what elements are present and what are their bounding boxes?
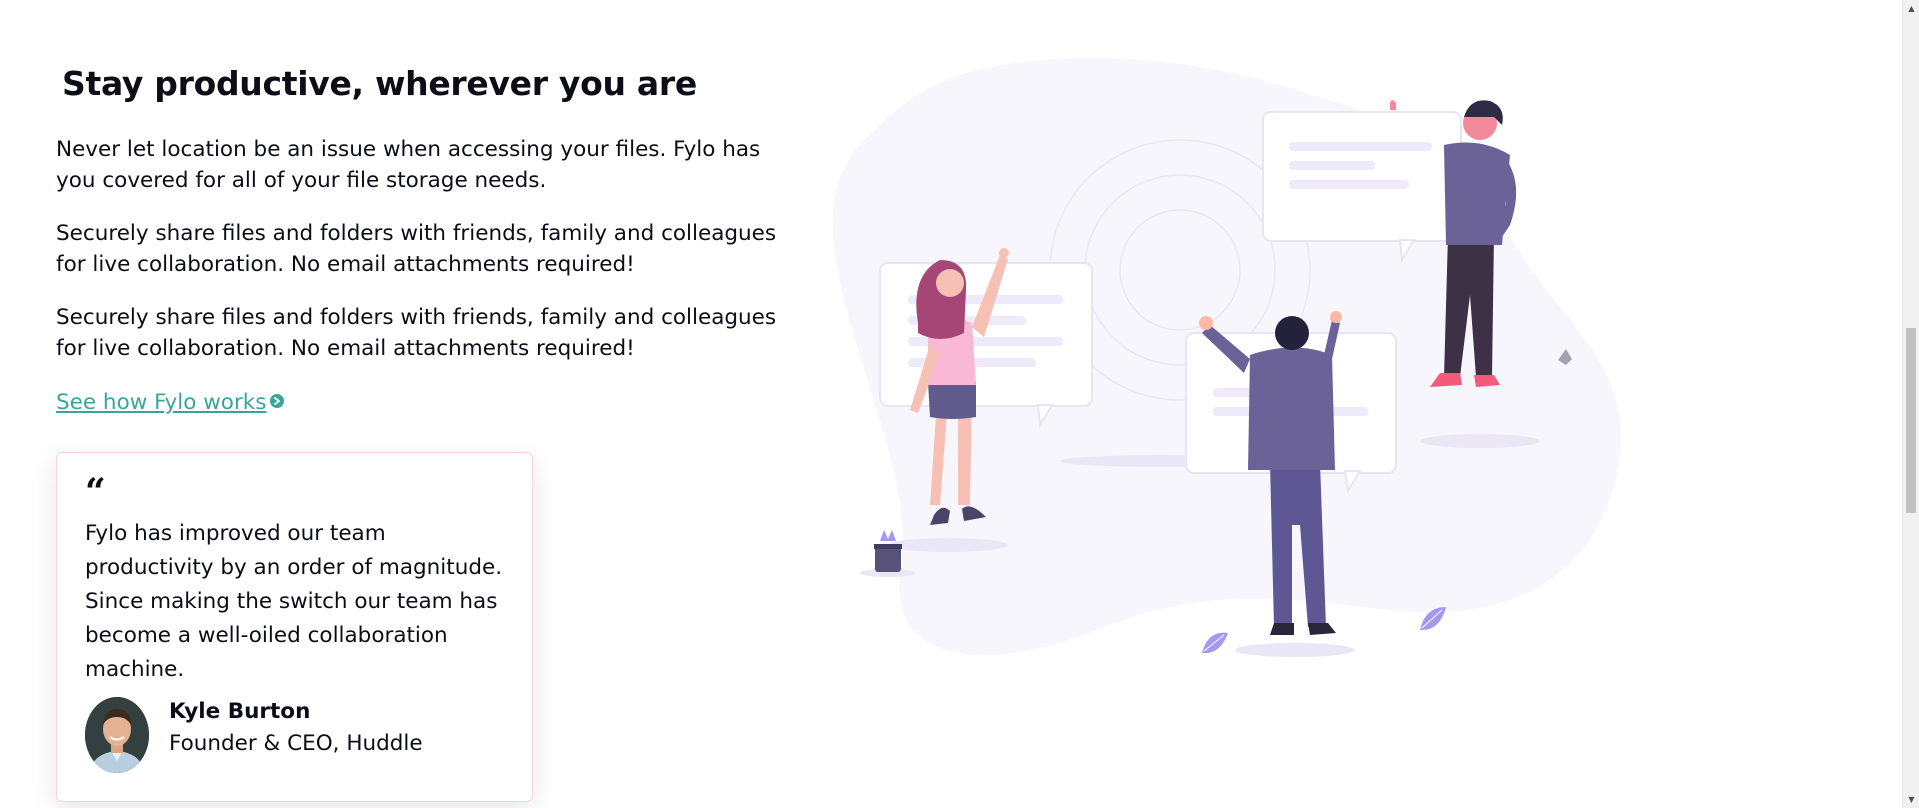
testimonial-quote: Fylo has improved our team productivity … (85, 521, 503, 682)
chat-card-left (879, 262, 1093, 429)
see-how-fylo-works-link[interactable]: See how Fylo works (56, 388, 266, 418)
author-name: Kyle Burton (169, 699, 311, 724)
paragraph-share: Securely share files and folders with fr… (56, 221, 777, 277)
avatar (85, 697, 149, 773)
testimonial-card: “ Fylo has improved our team productivit… (56, 452, 533, 802)
scrollbar-thumb[interactable] (1906, 328, 1916, 513)
quote-icon: “ (85, 471, 106, 513)
scrollbar[interactable]: ▲ ▼ (1902, 0, 1919, 808)
scroll-up-arrow-icon[interactable]: ▲ (1903, 0, 1919, 17)
arrow-right-circle-icon[interactable] (270, 394, 284, 408)
page: Stay productive, wherever you are Never … (0, 0, 1902, 808)
author-role: Founder & CEO, Huddle (169, 731, 423, 756)
paragraph-location: Never let location be an issue when acce… (56, 137, 761, 193)
paragraph-share-repeat: Securely share files and folders with fr… (56, 305, 777, 361)
scroll-down-arrow-icon[interactable]: ▼ (1903, 791, 1919, 808)
section-heading: Stay productive, wherever you are (62, 64, 697, 103)
chat-card-top (1262, 111, 1462, 264)
team-collaboration-illustration (830, 55, 1650, 685)
